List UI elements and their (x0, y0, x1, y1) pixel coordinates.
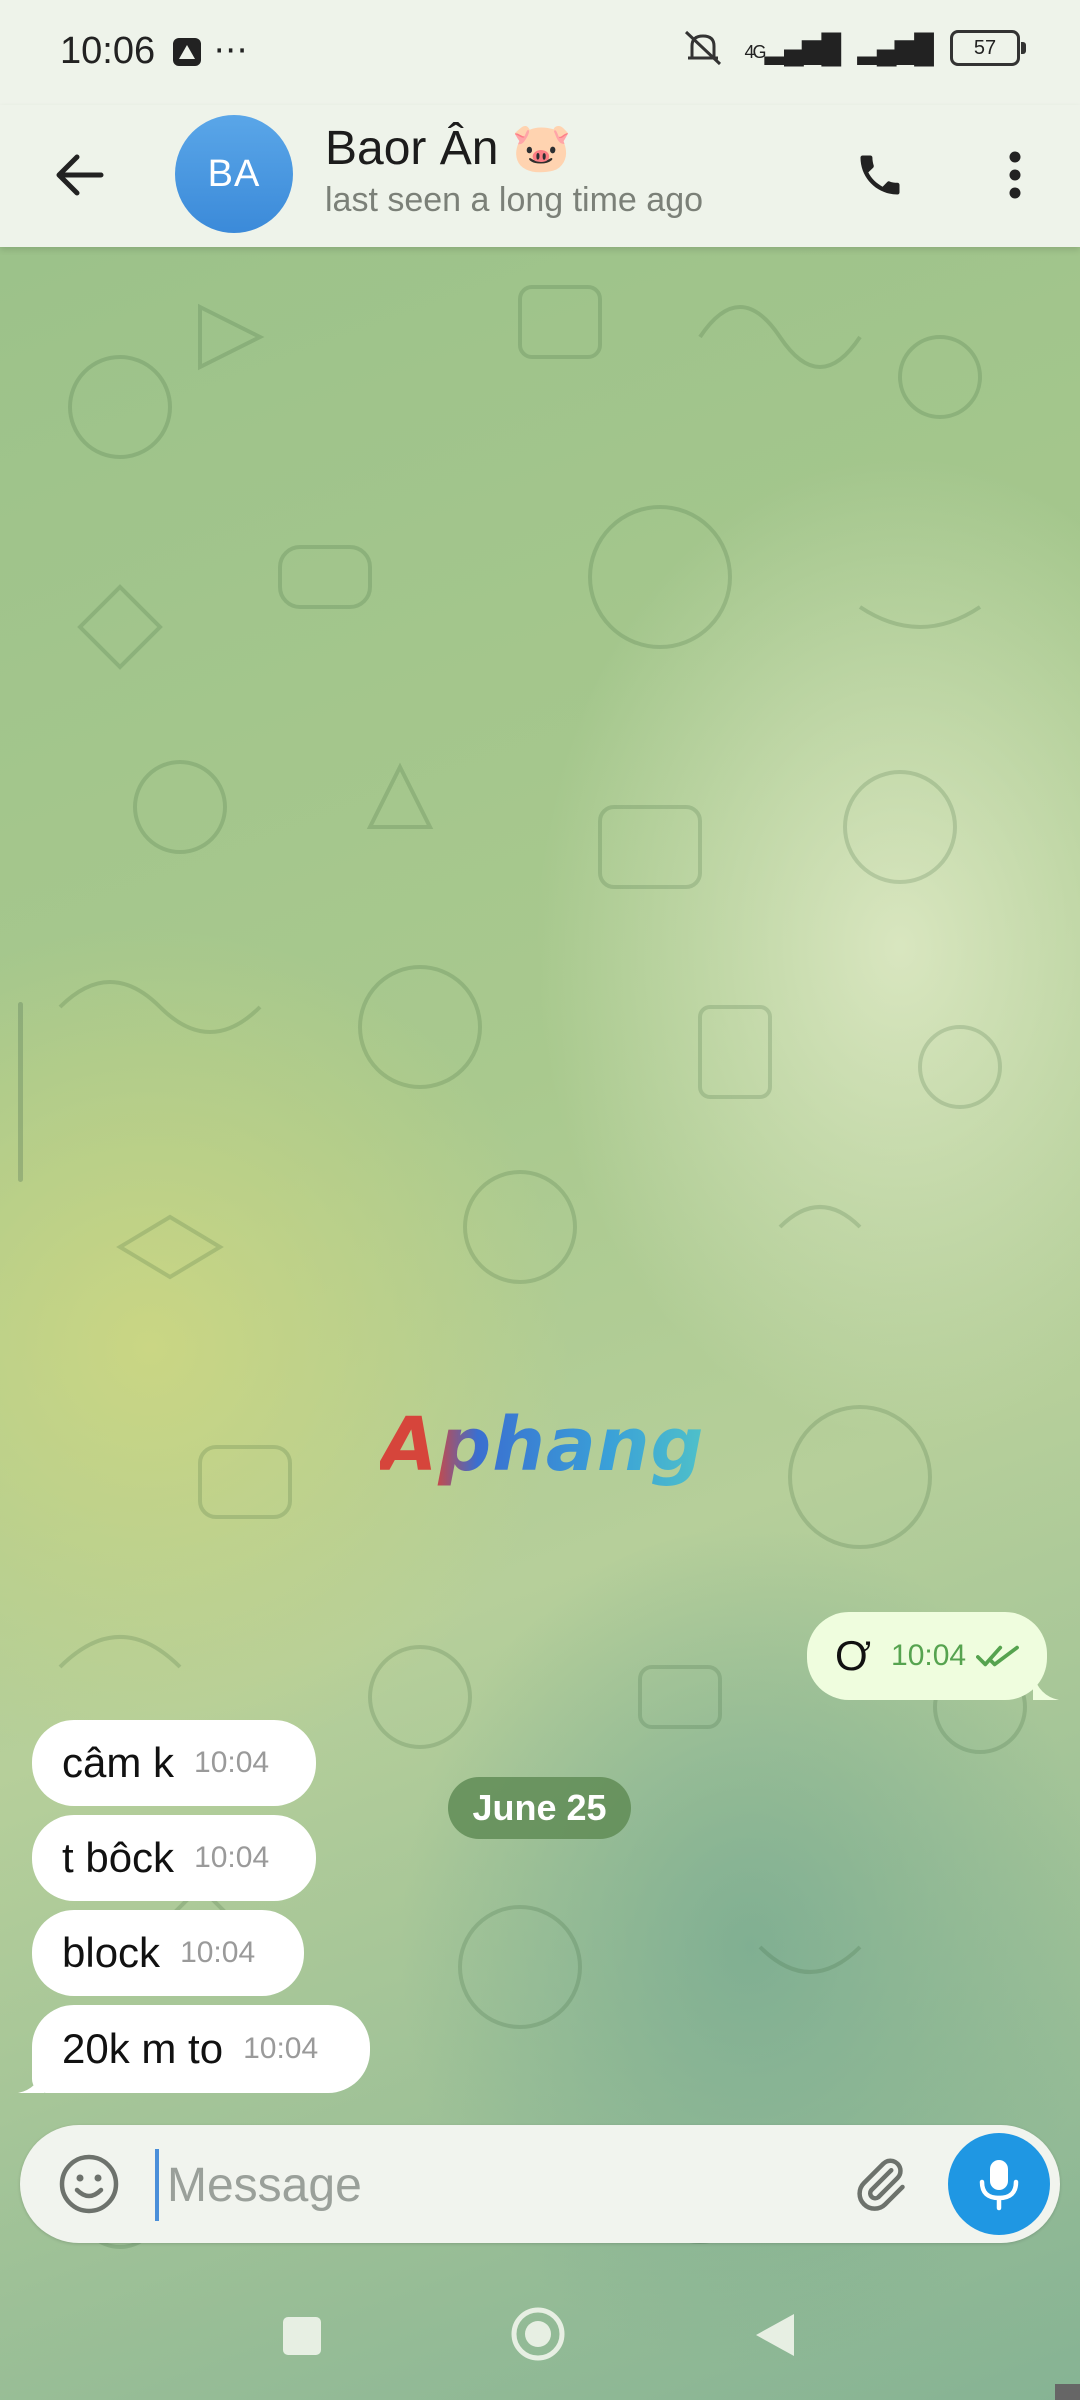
attach-button[interactable] (845, 2149, 915, 2219)
mic-icon (979, 2160, 1019, 2211)
signal-icon: ▂▄▆█ (857, 32, 934, 64)
contact-name[interactable]: Baor Ân 🐷 (325, 119, 572, 176)
message-time: 10:04 (194, 1841, 270, 1874)
emoji-icon (59, 2154, 119, 2214)
message-input[interactable] (155, 2149, 819, 2221)
chat-area[interactable]: Aphang June 25 Ơ 10:04 câm k 10:04 t bôc… (0, 247, 1080, 2400)
mute-icon (685, 30, 722, 66)
network-type: 4G (744, 41, 766, 62)
message-time: 10:04 (243, 2032, 319, 2065)
nav-home-icon[interactable] (510, 2306, 566, 2362)
bubble-tail (1033, 1674, 1059, 1700)
message-text: câm k (62, 1739, 175, 1786)
screen-corner (1055, 2384, 1080, 2400)
phone-icon (860, 155, 900, 195)
message-text: Ơ (835, 1632, 872, 1679)
more-notifications-icon: ⋯ (213, 31, 248, 69)
call-button[interactable] (840, 135, 920, 215)
scroll-indicator[interactable] (18, 1002, 23, 1182)
app-notification-icon (173, 38, 201, 67)
nav-back-icon[interactable] (752, 2310, 798, 2360)
message-time: 10:04 (194, 1746, 270, 1779)
message-text: t bôck (62, 1834, 175, 1881)
message-time: 10:04 (891, 1639, 967, 1672)
back-button[interactable] (40, 135, 120, 215)
more-options-button[interactable] (980, 135, 1050, 215)
message-composer (20, 2125, 1060, 2243)
voice-record-button[interactable] (948, 2133, 1050, 2235)
avatar[interactable]: BA (175, 115, 293, 233)
outgoing-message[interactable]: Ơ 10:04 (807, 1612, 1059, 1700)
status-bar: 10:06 ⋯ 4G▂▄▆█ ▂▄▆█ 57 (0, 0, 1080, 105)
message-text: block (62, 1929, 161, 1976)
system-navigation-bar (0, 2270, 1080, 2400)
signal-4g-icon: 4G▂▄▆█ (744, 32, 841, 64)
double-check-icon (976, 1645, 1019, 1667)
date-separator: June 25 (448, 1777, 631, 1839)
status-time: 10:06 (60, 30, 156, 72)
message-time: 10:04 (180, 1936, 256, 1969)
back-arrow-icon (56, 154, 104, 196)
nav-recents-icon[interactable] (283, 2317, 321, 2355)
incoming-message[interactable]: t bôck 10:04 (32, 1815, 316, 1901)
notification-icons: ⋯ (170, 30, 247, 70)
more-vert-icon (1009, 151, 1021, 199)
contact-status: last seen a long time ago (325, 181, 704, 219)
chat-header: BA Baor Ân 🐷 last seen a long time ago (0, 105, 1080, 247)
message-text: 20k m to (62, 2025, 224, 2072)
bubble-tail (18, 2067, 44, 2093)
status-right-icons: 4G▂▄▆█ ▂▄▆█ 57 (680, 28, 1026, 68)
watermark: Aphang (380, 1402, 705, 1488)
incoming-message[interactable]: câm k 10:04 (32, 1720, 316, 1806)
attach-icon (857, 2158, 905, 2211)
emoji-button[interactable] (54, 2149, 124, 2219)
incoming-message[interactable]: block 10:04 (32, 1910, 304, 1996)
battery-icon: 57 (950, 30, 1026, 66)
incoming-message[interactable]: 20k m to 10:04 (18, 2005, 370, 2093)
